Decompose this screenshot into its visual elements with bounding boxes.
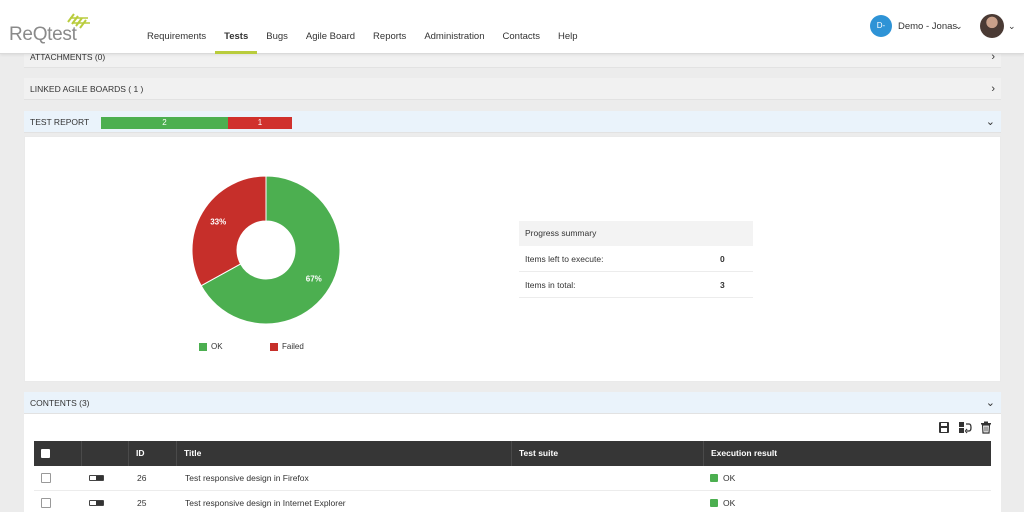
contents-header[interactable]: CONTENTS (3) ⌄ <box>24 392 1001 414</box>
nav-help[interactable]: Help <box>549 0 587 54</box>
summary-value: 3 <box>720 280 725 290</box>
row-toggle[interactable] <box>89 500 104 506</box>
user-name[interactable]: Demo - Jonas <box>898 21 957 32</box>
toggle-column-header <box>81 441 128 466</box>
row-id: 26 <box>137 473 147 483</box>
summary-label: Items in total: <box>525 280 576 290</box>
chevron-down-icon: ⌄ <box>985 397 995 409</box>
move-icon[interactable] <box>958 421 972 434</box>
nav-tests[interactable]: Tests <box>215 0 258 54</box>
nav-agile-board[interactable]: Agile Board <box>297 0 364 54</box>
donut-hole <box>237 221 295 279</box>
column-header-test-suite[interactable]: Test suite <box>511 441 703 466</box>
failed-swatch <box>270 342 278 351</box>
table-row[interactable]: 25 Test responsive design in Internet Ex… <box>34 491 991 512</box>
contents-title: CONTENTS (3) <box>30 398 90 408</box>
row-result: OK <box>723 473 736 483</box>
row-result: OK <box>723 498 736 508</box>
test-report-title: TEST REPORT <box>30 117 90 127</box>
row-checkbox[interactable] <box>41 498 51 508</box>
ok-swatch <box>199 342 207 351</box>
logo[interactable]: ReQtest <box>9 12 94 45</box>
pie-label-ok: 67% <box>306 274 322 283</box>
summary-row: Items in total: 3 <box>519 272 753 298</box>
logo-mark-icon <box>67 13 90 29</box>
result-ok-indicator <box>710 499 718 507</box>
avatar[interactable] <box>980 14 1004 38</box>
report-progress-bar: 2 1 <box>101 117 292 129</box>
legend-label-ok: OK <box>211 342 223 351</box>
linked-boards-title: LINKED AGILE BOARDS ( 1 ) <box>30 84 144 94</box>
results-donut-chart: 67% 33% <box>191 176 341 325</box>
row-checkbox[interactable] <box>41 473 51 483</box>
row-toggle[interactable] <box>89 475 104 481</box>
main-nav: Requirements Tests Bugs Agile Board Repo… <box>138 0 587 54</box>
summary-value: 0 <box>720 254 725 264</box>
legend-label-failed: Failed <box>282 342 304 351</box>
select-all-cell <box>34 441 81 466</box>
select-all-checkbox[interactable] <box>41 449 50 458</box>
legend-item-failed: Failed <box>270 342 304 351</box>
failed-segment: 1 <box>228 117 292 129</box>
pie-label-failed: 33% <box>210 218 226 227</box>
chevron-right-icon: › <box>991 83 995 95</box>
table-row[interactable]: 26 Test responsive design in Firefox OK <box>34 466 991 491</box>
save-icon[interactable] <box>938 421 950 434</box>
trash-icon[interactable] <box>980 421 992 434</box>
chevron-down-icon[interactable]: ⌄ <box>1008 21 1016 32</box>
nav-bugs[interactable]: Bugs <box>257 0 297 54</box>
summary-label: Items left to execute: <box>525 254 604 264</box>
chevron-down-icon: ⌄ <box>985 116 995 128</box>
row-title[interactable]: Test responsive design in Firefox <box>185 466 309 491</box>
column-header-title[interactable]: Title <box>176 441 511 466</box>
chevron-down-icon[interactable]: ⌄ <box>955 21 963 32</box>
nav-requirements[interactable]: Requirements <box>138 0 215 54</box>
result-ok-indicator <box>710 474 718 482</box>
legend-item-ok: OK <box>199 342 223 351</box>
row-title[interactable]: Test responsive design in Internet Explo… <box>185 491 346 512</box>
linked-boards-header[interactable]: LINKED AGILE BOARDS ( 1 ) › <box>24 78 1001 100</box>
nav-reports[interactable]: Reports <box>364 0 415 54</box>
summary-title: Progress summary <box>519 221 753 246</box>
ok-segment: 2 <box>101 117 228 129</box>
table-header: ID Title Test suite Execution result <box>34 441 991 466</box>
progress-summary: Progress summary Items left to execute: … <box>519 221 753 298</box>
summary-row: Items left to execute: 0 <box>519 246 753 272</box>
nav-administration[interactable]: Administration <box>415 0 493 54</box>
nav-contacts[interactable]: Contacts <box>494 0 550 54</box>
column-header-execution-result[interactable]: Execution result <box>703 441 991 466</box>
test-report-body <box>24 136 1001 382</box>
row-id: 25 <box>137 498 147 508</box>
column-header-id[interactable]: ID <box>128 441 176 466</box>
user-initials-badge[interactable]: D- <box>870 15 892 37</box>
top-bar: ReQtest Requirements Tests Bugs Agile Bo… <box>0 0 1024 54</box>
